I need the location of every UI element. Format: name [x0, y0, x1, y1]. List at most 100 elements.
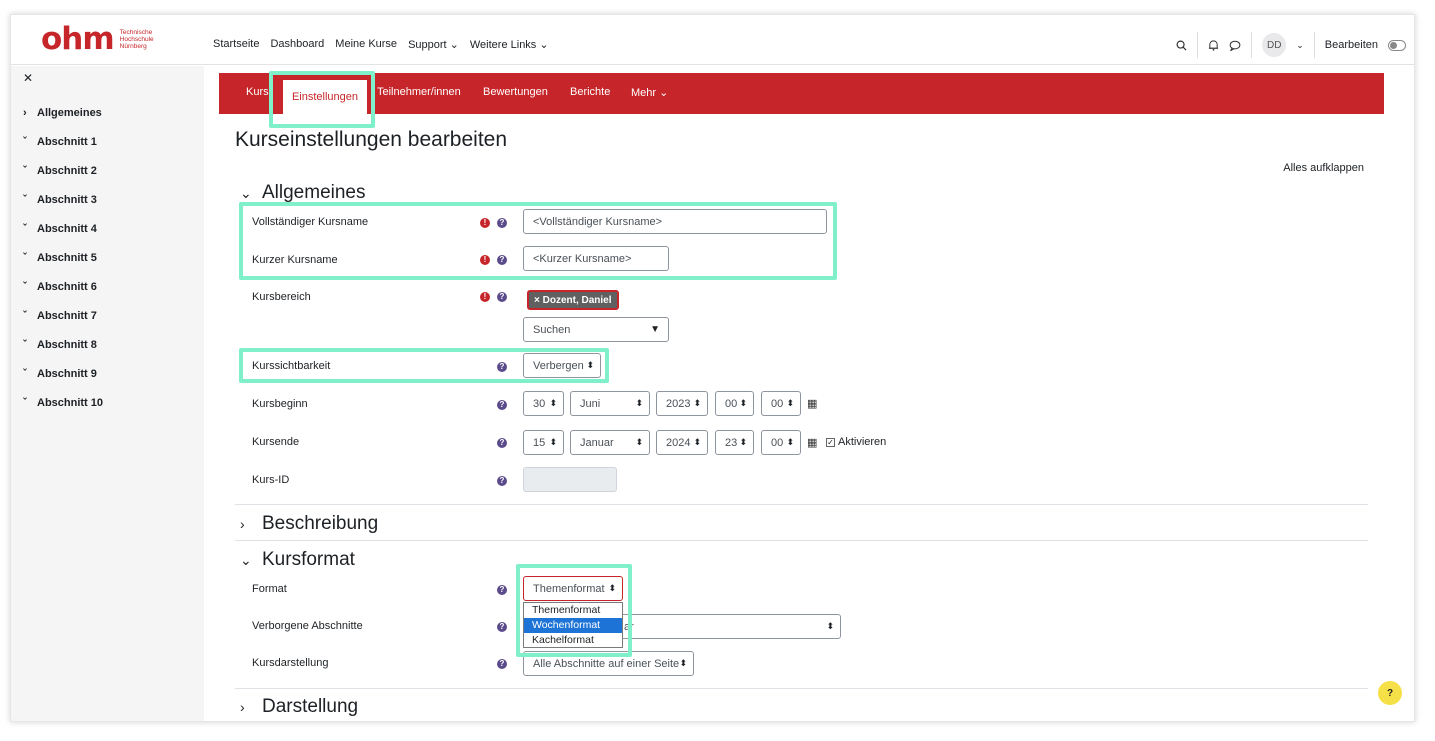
help-icon[interactable]: ? — [497, 362, 507, 372]
calendar-icon[interactable]: ▦ — [807, 436, 817, 449]
divider — [1313, 32, 1315, 58]
help-icon[interactable]: ? — [497, 659, 507, 669]
user-avatar[interactable]: DD — [1262, 33, 1287, 57]
help-icon[interactable]: ? — [497, 218, 507, 228]
hiddensections-label: Verborgene Abschnitte — [252, 620, 363, 632]
section-header-kursformat[interactable]: ⌄ Kursformat — [240, 549, 355, 571]
drawer-item-abschnitt-8[interactable]: ˇ Abschnitt 8 — [23, 339, 97, 351]
chevron-down-icon: ˇ — [23, 397, 27, 409]
course-index-drawer: ✕ › Allgemeines ˇ Abschnitt 1 ˇ Abschnitt 2… — [11, 66, 204, 721]
nav-dashboard[interactable]: Dashboard — [270, 38, 324, 51]
chevron-down-icon: ˇ — [23, 368, 27, 380]
nav-startseite[interactable]: Startseite — [213, 38, 259, 51]
end-year-select[interactable]: 2024 — [656, 430, 708, 455]
drawer-item-allgemeines[interactable]: › Allgemeines — [23, 107, 102, 119]
category-label: Kursbereich — [252, 291, 311, 303]
chevron-down-icon: ˇ — [23, 281, 27, 293]
chat-icon[interactable] — [1229, 40, 1241, 51]
user-controls: DD ⌄ Bearbeiten — [1176, 32, 1406, 58]
edit-mode-toggle[interactable] — [1388, 39, 1406, 51]
drawer-item-abschnitt-6[interactable]: ˇ Abschnitt 6 — [23, 281, 97, 293]
section-divider — [235, 504, 1368, 505]
format-select[interactable]: Themenformat — [523, 576, 623, 601]
chevron-right-icon: › — [240, 516, 245, 532]
section-header-beschreibung[interactable]: › Beschreibung — [240, 513, 378, 535]
end-minute-select[interactable]: 00 — [761, 430, 801, 455]
idnumber-input[interactable] — [523, 467, 617, 492]
enddate-enable-checkbox[interactable]: ✓ Aktivieren — [826, 436, 886, 448]
format-option-kachelformat[interactable]: Kachelformat — [524, 633, 622, 648]
nav-support[interactable]: Support ⌄ — [408, 38, 459, 51]
drawer-item-abschnitt-4[interactable]: ˇ Abschnitt 4 — [23, 223, 97, 235]
tab-teilnehmer[interactable]: Teilnehmer/innen — [377, 86, 461, 98]
category-chip[interactable]: × Dozent, Daniel — [527, 290, 619, 310]
nav-meine-kurse[interactable]: Meine Kurse — [335, 38, 397, 51]
coursedisplay-select[interactable]: Alle Abschnitte auf einer Seite — [523, 651, 694, 676]
tab-kurs[interactable]: Kurs — [246, 86, 269, 98]
close-icon[interactable]: ✕ — [23, 71, 33, 85]
coursedisplay-label: Kursdarstellung — [252, 657, 329, 669]
drawer-item-abschnitt-7[interactable]: ˇ Abschnitt 7 — [23, 310, 97, 322]
help-icon[interactable]: ? — [497, 438, 507, 448]
required-icon: ! — [480, 255, 490, 265]
start-day-select[interactable]: 30 — [523, 391, 564, 416]
category-search-input[interactable]: Suchen ▼ — [523, 317, 669, 342]
enddate-label: Kursende — [252, 436, 300, 448]
shortname-input[interactable]: <Kurzer Kursname> — [523, 246, 669, 271]
chevron-down-icon[interactable]: ⌄ — [1296, 40, 1304, 51]
help-icon[interactable]: ? — [497, 622, 507, 632]
calendar-icon[interactable]: ▦ — [807, 397, 817, 410]
help-icon[interactable]: ? — [497, 476, 507, 486]
logo-wordmark: ohm — [41, 21, 115, 57]
chevron-down-icon: ˇ — [23, 136, 27, 148]
drawer-item-abschnitt-5[interactable]: ˇ Abschnitt 5 — [23, 252, 97, 264]
required-icon: ! — [480, 292, 490, 302]
drawer-item-abschnitt-9[interactable]: ˇ Abschnitt 9 — [23, 368, 97, 380]
drawer-item-abschnitt-1[interactable]: ˇ Abschnitt 1 — [23, 136, 97, 148]
primary-navigation: Startseite Dashboard Meine Kurse Support… — [213, 38, 549, 51]
section-header-darstellung[interactable]: › Darstellung — [240, 696, 358, 718]
fullname-input[interactable]: <Vollständiger Kursname> — [523, 209, 827, 234]
chevron-right-icon: › — [23, 107, 27, 119]
help-icon[interactable]: ? — [497, 292, 507, 302]
help-icon[interactable]: ? — [497, 585, 507, 595]
start-hour-select[interactable]: 00 — [715, 391, 754, 416]
caret-down-icon: ▼ — [650, 324, 660, 335]
nav-weitere-links[interactable]: Weitere Links ⌄ — [470, 38, 549, 51]
ohm-logo[interactable]: ohm Technische Hochschule Nürnberg — [41, 21, 154, 57]
page-title: Kurseinstellungen bearbeiten — [235, 128, 508, 151]
logo-subtitle: Technische Hochschule Nürnberg — [119, 28, 154, 50]
course-secondary-navigation: Kurs Einstellungen Teilnehmer/innen Bewe… — [219, 73, 1384, 114]
help-icon[interactable]: ? — [497, 255, 507, 265]
chevron-down-icon: ⌄ — [240, 552, 252, 568]
divider — [1197, 32, 1199, 58]
chevron-down-icon: ˇ — [23, 223, 27, 235]
section-header-allgemeines[interactable]: ⌄ Allgemeines — [240, 182, 366, 204]
tab-berichte[interactable]: Berichte — [570, 86, 610, 98]
bell-icon[interactable] — [1208, 39, 1219, 51]
tab-einstellungen[interactable]: Einstellungen — [283, 80, 367, 114]
start-minute-select[interactable]: 00 — [761, 391, 801, 416]
start-year-select[interactable]: 2023 — [656, 391, 708, 416]
format-label: Format — [252, 583, 287, 595]
browser-frame: ohm Technische Hochschule Nürnberg Start… — [10, 14, 1415, 722]
required-icon: ! — [480, 218, 490, 228]
end-day-select[interactable]: 15 — [523, 430, 564, 455]
drawer-item-abschnitt-10[interactable]: ˇ Abschnitt 10 — [23, 397, 103, 409]
search-icon[interactable] — [1176, 40, 1187, 51]
start-month-select[interactable]: Juni — [570, 391, 650, 416]
help-icon[interactable]: ? — [497, 400, 507, 410]
help-button[interactable]: ? — [1378, 681, 1402, 705]
tab-bewertungen[interactable]: Bewertungen — [483, 86, 548, 98]
format-option-themenformat[interactable]: Themenformat — [524, 603, 622, 618]
tab-mehr[interactable]: Mehr ⌄ — [631, 86, 668, 99]
end-month-select[interactable]: Januar — [570, 430, 650, 455]
drawer-item-abschnitt-2[interactable]: ˇ Abschnitt 2 — [23, 165, 97, 177]
drawer-item-abschnitt-3[interactable]: ˇ Abschnitt 3 — [23, 194, 97, 206]
chevron-down-icon: ˇ — [23, 165, 27, 177]
edit-mode-label: Bearbeiten — [1324, 39, 1378, 51]
format-option-wochenformat[interactable]: Wochenformat — [524, 618, 622, 633]
visibility-select[interactable]: Verbergen — [523, 353, 601, 378]
end-hour-select[interactable]: 23 — [715, 430, 754, 455]
expand-all-link[interactable]: Alles aufklappen — [1283, 162, 1364, 174]
